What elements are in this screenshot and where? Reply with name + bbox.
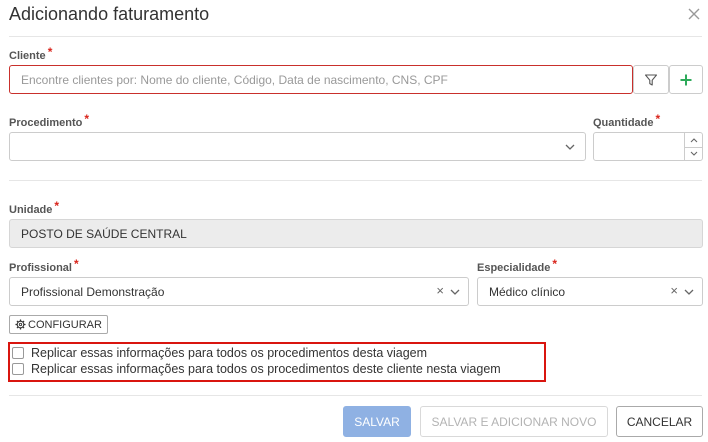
section-divider — [9, 180, 702, 181]
filter-button[interactable] — [633, 65, 669, 94]
replicate-trip-checkbox[interactable] — [12, 347, 24, 359]
save-button[interactable]: SALVAR — [343, 406, 411, 437]
unidade-field: POSTO DE SAÚDE CENTRAL — [9, 219, 703, 248]
unidade-label-text: Unidade — [9, 204, 53, 216]
chevron-down-icon — [565, 144, 575, 150]
cliente-search-field[interactable] — [9, 65, 633, 94]
quantidade-stepper[interactable] — [684, 133, 702, 160]
required-mark: * — [54, 199, 60, 213]
unidade-label: Unidade * — [9, 199, 60, 216]
required-mark: * — [73, 257, 79, 271]
unidade-value: POSTO DE SAÚDE CENTRAL — [21, 226, 187, 241]
especialidade-label-text: Especialidade — [477, 262, 551, 274]
replicate-trip-label: Replicar essas informações para todos os… — [31, 346, 428, 360]
save-and-add-button[interactable]: SALVAR E ADICIONAR NOVO — [420, 406, 608, 437]
configurar-button[interactable]: CONFIGURAR — [9, 315, 108, 334]
replicate-client-label: Replicar essas informações para todos os… — [31, 362, 501, 376]
required-mark: * — [84, 112, 90, 126]
quantidade-field[interactable] — [593, 132, 703, 161]
procedimento-label: Procedimento * — [9, 112, 90, 129]
replicate-trip-option[interactable]: Replicar essas informações para todos os… — [12, 346, 427, 360]
chevron-down-icon — [684, 289, 694, 295]
filter-icon — [644, 73, 658, 86]
cliente-label-text: Cliente — [9, 50, 46, 62]
plus-icon — [680, 74, 692, 85]
cliente-label: Cliente * — [9, 45, 53, 62]
chevron-up-icon — [690, 137, 697, 143]
especialidade-label: Especialidade * — [477, 257, 558, 274]
quantidade-label: Quantidade * — [593, 112, 661, 129]
close-icon[interactable] — [686, 6, 702, 22]
especialidade-select[interactable]: Médico clínico × — [477, 277, 703, 306]
replicate-client-option[interactable]: Replicar essas informações para todos os… — [12, 362, 501, 376]
profissional-label-text: Profissional — [9, 262, 72, 274]
procedimento-select[interactable] — [9, 132, 586, 161]
replicate-client-checkbox[interactable] — [12, 363, 24, 375]
clear-icon[interactable]: × — [670, 284, 678, 297]
profissional-select[interactable]: Profissional Demonstração × — [9, 277, 469, 306]
procedimento-label-text: Procedimento — [9, 117, 83, 129]
cancel-button[interactable]: CANCELAR — [616, 406, 703, 437]
clear-icon[interactable]: × — [436, 284, 444, 297]
chevron-down-icon — [450, 289, 460, 295]
required-mark: * — [655, 112, 661, 126]
add-client-button[interactable] — [669, 65, 703, 94]
especialidade-value: Médico clínico — [489, 284, 566, 299]
decrement-button[interactable] — [685, 146, 702, 161]
configurar-label: CONFIGURAR — [28, 318, 102, 331]
dialog-title: Adicionando faturamento — [9, 4, 210, 24]
header-divider — [9, 36, 702, 37]
required-mark: * — [47, 45, 53, 59]
cliente-search-input[interactable] — [10, 72, 632, 87]
profissional-value: Profissional Demonstração — [21, 284, 165, 299]
footer-divider — [9, 395, 702, 396]
gear-icon — [15, 319, 26, 330]
chevron-down-icon — [690, 151, 697, 156]
required-mark: * — [552, 257, 558, 271]
profissional-label: Profissional * — [9, 257, 79, 274]
quantidade-label-text: Quantidade — [593, 117, 654, 129]
increment-button[interactable] — [685, 133, 702, 147]
